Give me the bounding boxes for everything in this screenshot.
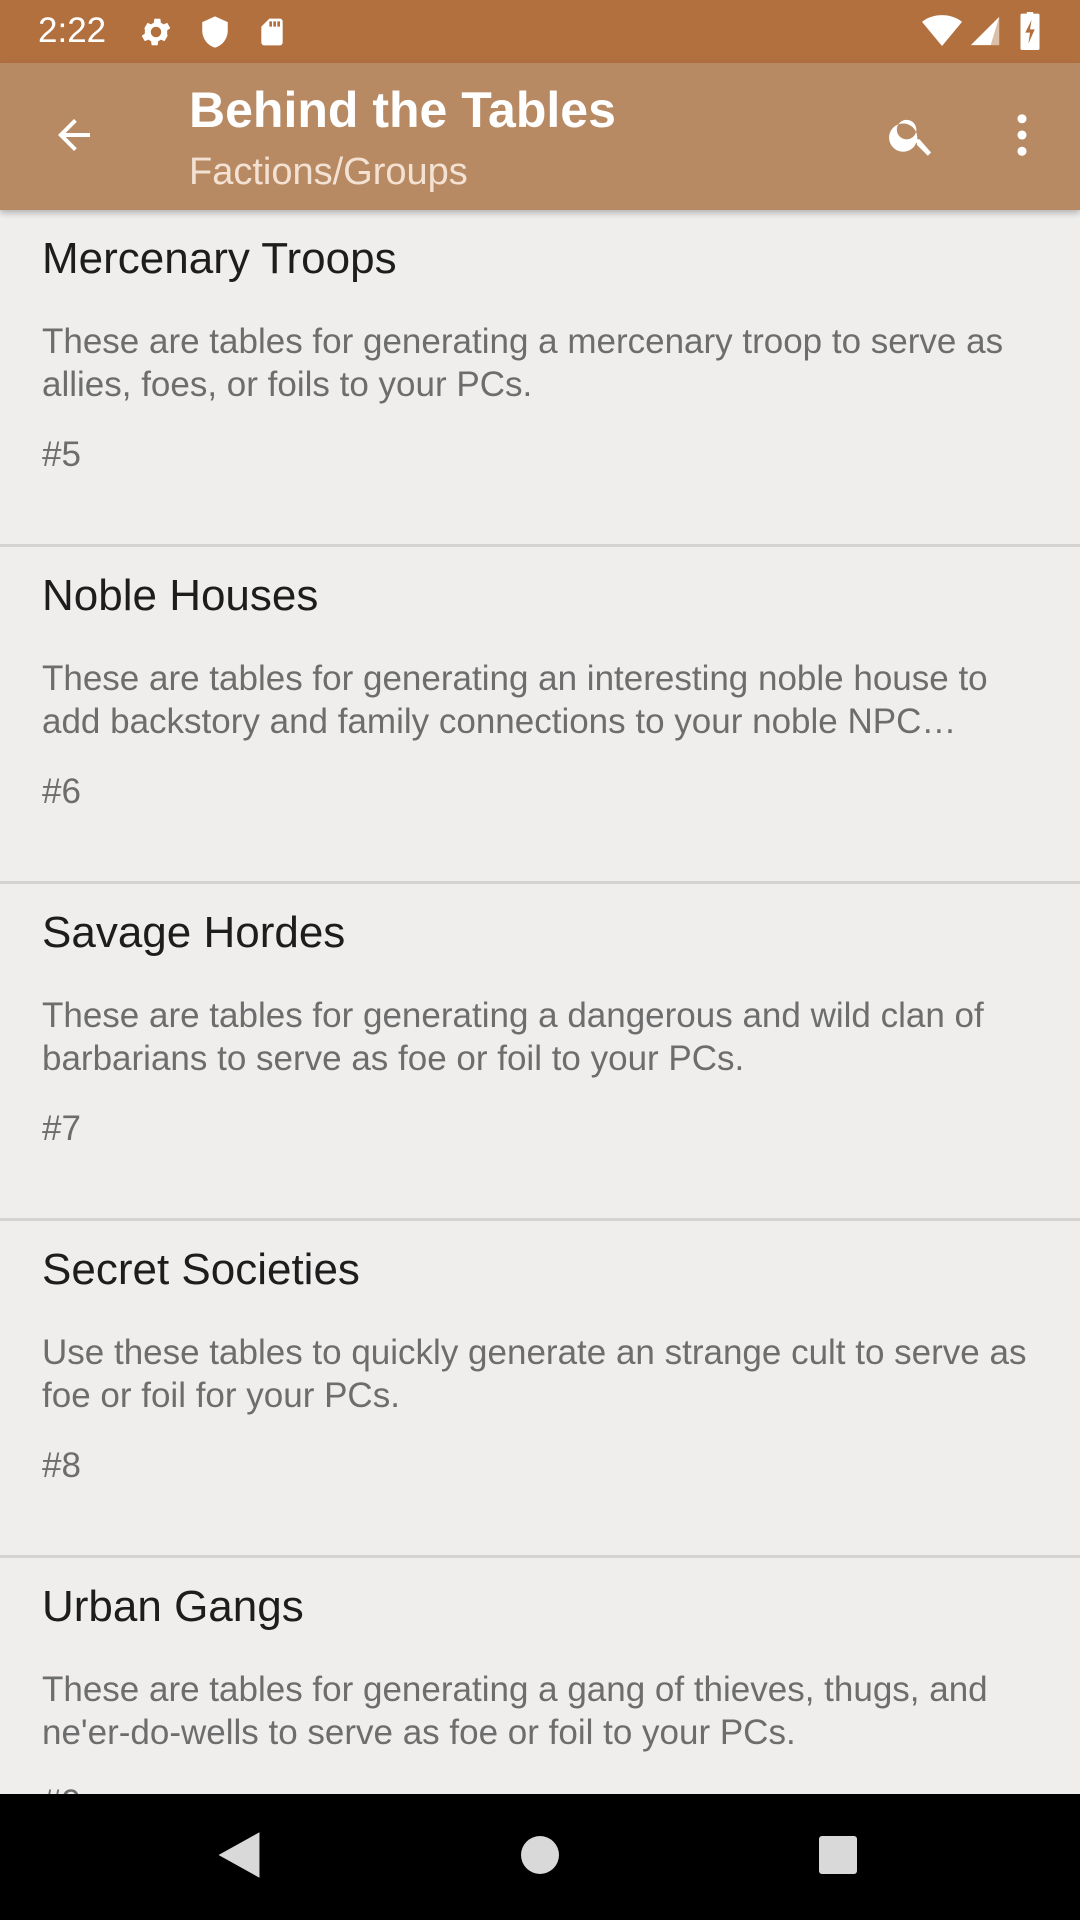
arrow-back-icon <box>50 111 98 164</box>
search-icon <box>886 109 938 166</box>
back-button[interactable] <box>42 105 106 169</box>
item-title: Savage Hordes <box>42 908 346 957</box>
item-title: Secret Societies <box>42 1245 360 1294</box>
item-description: Use these tables to quickly generate an … <box>42 1333 1027 1415</box>
item-number: #5 <box>42 435 81 474</box>
item-number: #7 <box>42 1109 81 1148</box>
search-button[interactable] <box>880 105 944 169</box>
nav-home-icon <box>520 1835 560 1880</box>
gear-icon <box>138 14 174 55</box>
app-bar: Behind the Tables Factions/Groups <box>0 63 1080 210</box>
item-description: These are tables for generating a gang o… <box>42 1670 988 1752</box>
page-subtitle: Factions/Groups <box>189 151 468 193</box>
item-title: Mercenary Troops <box>42 234 397 283</box>
battery-charging-icon <box>1018 12 1042 55</box>
more-options-button[interactable] <box>990 105 1054 169</box>
nav-back-button[interactable] <box>204 1822 274 1892</box>
item-title: Noble Houses <box>42 571 319 620</box>
page-title: Behind the Tables <box>189 82 616 138</box>
item-description: These are tables for generating an inter… <box>42 659 988 741</box>
item-number: #8 <box>42 1446 81 1485</box>
status-time: 2:22 <box>38 11 107 50</box>
status-bar: 2:22 <box>0 0 1080 63</box>
list-item[interactable]: Mercenary Troops These are tables for ge… <box>0 210 1080 547</box>
item-number: #6 <box>42 772 81 811</box>
sd-card-icon <box>256 14 288 55</box>
list-item[interactable]: Urban Gangs These are tables for generat… <box>0 1558 1080 1794</box>
signal-icon <box>968 14 1002 53</box>
wifi-icon <box>922 14 962 53</box>
nav-back-icon <box>216 1830 262 1885</box>
item-description: These are tables for generating a danger… <box>42 996 984 1078</box>
nav-recents-icon <box>818 1835 858 1880</box>
list-item[interactable]: Savage Hordes These are tables for gener… <box>0 884 1080 1221</box>
list-item[interactable]: Noble Houses These are tables for genera… <box>0 547 1080 884</box>
navigation-bar <box>0 1794 1080 1920</box>
list-item[interactable]: Secret Societies Use these tables to qui… <box>0 1221 1080 1558</box>
item-number: #9 <box>42 1782 81 1794</box>
shield-icon <box>198 14 232 55</box>
more-vert-icon <box>996 109 1048 166</box>
table-list: Mercenary Troops These are tables for ge… <box>0 210 1080 1794</box>
item-title: Urban Gangs <box>42 1582 304 1631</box>
nav-home-button[interactable] <box>505 1822 575 1892</box>
nav-recents-button[interactable] <box>803 1822 873 1892</box>
item-description: These are tables for generating a mercen… <box>42 322 1004 404</box>
